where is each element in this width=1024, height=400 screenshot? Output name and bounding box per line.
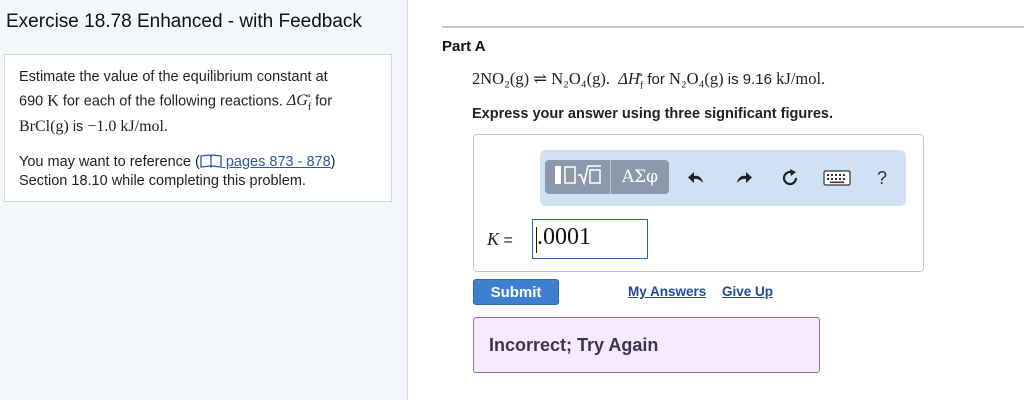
compound-formula: BrCl(g): [19, 117, 69, 135]
right-column: Part A 2NO₂(g) ⇌ N₂O₄(g). ΔHf∘ for N₂O₄(…: [410, 0, 1024, 400]
help-button[interactable]: ?: [870, 166, 894, 190]
reference-section: Section 18.10 while completing this prob…: [19, 172, 306, 189]
delta-h-compound: N₂O₄(g): [669, 69, 724, 88]
part-label: Part A: [442, 38, 486, 55]
reference-note: You may want to reference ( pages 873 - …: [19, 153, 377, 191]
instruction-text: Express your answer using three signific…: [472, 106, 833, 122]
delta-h-symbol: ΔHf∘: [618, 69, 644, 92]
answer-value: .0001: [537, 224, 591, 250]
templates-button[interactable]: [545, 160, 611, 194]
temperature-unit: K: [47, 92, 59, 110]
is-word: is: [72, 118, 84, 135]
answer-panel: ΑΣφ ? K = .0001: [473, 134, 924, 272]
temperature-value: 690: [19, 93, 44, 110]
symbols-button[interactable]: ΑΣφ: [611, 160, 669, 194]
problem-intro: Estimate the value of the equilibrium co…: [4, 54, 392, 202]
delta-g-symbol: ΔGf∘: [286, 91, 312, 113]
exercise-title: Exercise 18.78 Enhanced - with Feedback: [6, 11, 362, 32]
divider: [442, 26, 1024, 28]
reactant: 2NO₂(g): [472, 69, 530, 88]
intro-line2: for each of the following reactions.: [62, 93, 283, 110]
keyboard-icon[interactable]: [822, 166, 852, 190]
for-word: for: [315, 93, 333, 110]
redo-icon[interactable]: [731, 166, 755, 190]
give-up-link[interactable]: Give Up: [722, 284, 773, 299]
reset-icon[interactable]: [778, 166, 802, 190]
left-column: Exercise 18.78 Enhanced - with Feedback …: [0, 0, 408, 400]
reference-prefix: You may want to reference (: [19, 153, 200, 170]
my-answers-link[interactable]: My Answers: [628, 284, 706, 299]
undo-icon[interactable]: [685, 166, 709, 190]
text-caret: [536, 227, 537, 253]
book-icon: [200, 153, 222, 168]
delta-g-unit: kJ/mol: [120, 117, 164, 135]
reaction-statement: 2NO₂(g) ⇌ N₂O₄(g). ΔHf∘ for N₂O₄(g) is 9…: [472, 69, 825, 91]
templates-icon: [552, 163, 604, 192]
problem-statement: Estimate the value of the equilibrium co…: [19, 69, 333, 135]
math-toolbar: ΑΣφ ?: [540, 150, 906, 206]
answer-variable: K: [487, 229, 500, 249]
feedback-message: Incorrect; Try Again: [473, 317, 820, 373]
for-word: for: [647, 71, 665, 88]
answer-input[interactable]: .0001: [532, 219, 648, 259]
equals-sign: =: [503, 232, 513, 249]
product: N₂O₄(g).: [551, 69, 610, 88]
delta-h-value: 9.16: [742, 71, 772, 88]
delta-g-value: −1.0: [87, 117, 117, 135]
reference-suffix: ): [330, 153, 336, 170]
submit-button[interactable]: Submit: [473, 279, 559, 305]
toolbar-button-group: ΑΣφ: [545, 160, 669, 194]
equilibrium-arrow: ⇌: [533, 69, 548, 88]
intro-line1: Estimate the value of the equilibrium co…: [19, 69, 328, 85]
answer-variable-label: K =: [487, 229, 513, 250]
reference-pages-link[interactable]: pages 873 - 878: [222, 154, 331, 170]
delta-h-unit: kJ/mol.: [776, 69, 826, 88]
is-word: is: [727, 71, 739, 88]
